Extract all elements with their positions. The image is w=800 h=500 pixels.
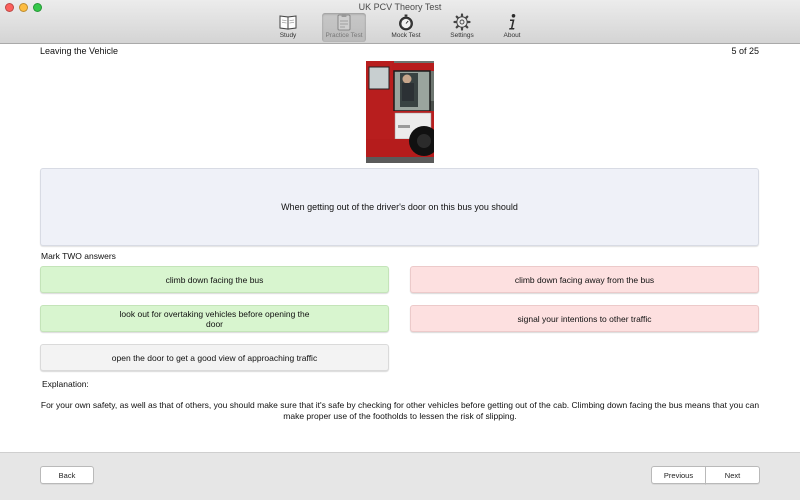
explanation-text: For your own safety, as well as that of … — [40, 400, 760, 421]
question-text-panel: When getting out of the driver's door on… — [40, 168, 759, 246]
book-icon — [279, 15, 297, 30]
back-button[interactable]: Back — [40, 466, 94, 484]
answer-option-1[interactable]: climb down facing the bus — [40, 266, 389, 293]
answer-option-2[interactable]: climb down facing away from the bus — [410, 266, 759, 293]
question-text: When getting out of the driver's door on… — [281, 202, 518, 212]
stopwatch-icon — [399, 14, 413, 31]
answer-option-5[interactable]: open the door to get a good view of appr… — [40, 344, 389, 371]
previous-button[interactable]: Previous — [651, 466, 706, 484]
info-icon — [509, 14, 516, 30]
window-title: UK PCV Theory Test — [358, 2, 442, 12]
answer-option-1-label: climb down facing the bus — [165, 274, 264, 285]
answer-option-3[interactable]: look out for overtaking vehicles before … — [40, 305, 389, 332]
explanation-label: Explanation: — [42, 379, 89, 389]
bus-driver-door-photo — [366, 61, 434, 163]
answer-option-4[interactable]: signal your intentions to other traffic — [410, 305, 759, 332]
section-title: Leaving the Vehicle — [40, 46, 119, 56]
toolbar-practice-test[interactable]: Practice Test — [322, 13, 366, 42]
gear-icon — [453, 13, 471, 31]
toolbar-about-label: About — [503, 32, 521, 39]
toolbar-mock-test-label: Mock Test — [391, 32, 421, 39]
question-counter: 5 of 25 — [731, 46, 759, 56]
answer-instruction: Mark TWO answers — [41, 251, 116, 261]
toolbar-mock-test[interactable]: Mock Test — [384, 13, 428, 42]
answer-option-5-label: open the door to get a good view of appr… — [111, 352, 318, 363]
toolbar-settings[interactable]: Settings — [440, 13, 484, 42]
answer-option-2-label: climb down facing away from the bus — [514, 274, 655, 285]
clipboard-icon — [337, 14, 351, 31]
answer-option-3-label: look out for overtaking vehicles before … — [119, 308, 310, 329]
window-titlebar: UK PCV Theory Test Study Practice Test M… — [0, 0, 800, 44]
answer-option-4-label: signal your intentions to other traffic — [517, 313, 652, 324]
toolbar-study-label: Study — [279, 32, 297, 39]
next-button[interactable]: Next — [705, 466, 760, 484]
toolbar-practice-test-label: Practice Test — [325, 32, 363, 39]
toolbar-study[interactable]: Study — [266, 13, 310, 42]
toolbar-about[interactable]: About — [490, 13, 534, 42]
toolbar-settings-label: Settings — [450, 32, 474, 39]
